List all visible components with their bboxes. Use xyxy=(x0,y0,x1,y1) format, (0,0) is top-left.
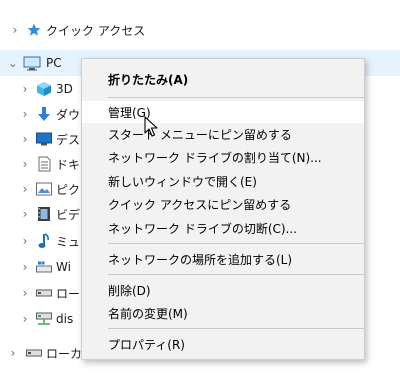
menu-item-collapse[interactable]: 折りたたみ(A) xyxy=(82,68,364,90)
nav-label: dis xyxy=(56,312,74,326)
chevron-right-icon[interactable]: › xyxy=(17,206,33,222)
nav-label: ピク xyxy=(56,182,81,197)
nav-label: クイック アクセス xyxy=(46,23,146,38)
local-drive-icon xyxy=(26,345,42,361)
chevron-down-icon[interactable]: ⌄ xyxy=(5,55,21,71)
chevron-right-icon[interactable]: › xyxy=(17,311,33,327)
menu-separator xyxy=(108,97,364,98)
chevron-right-icon[interactable]: › xyxy=(7,22,23,38)
nav-label: ミュ xyxy=(56,234,81,249)
menu-item-rename[interactable]: 名前の変更(M) xyxy=(82,302,364,324)
nav-label: ダウ xyxy=(56,107,81,122)
menu-separator xyxy=(108,274,364,275)
chevron-right-icon[interactable]: › xyxy=(17,181,33,197)
nav-label: ビデ xyxy=(56,207,81,222)
nav-label: ローカ xyxy=(46,346,83,361)
computer-icon xyxy=(23,55,41,71)
3d-objects-icon xyxy=(36,81,52,97)
menu-item-pin-to-start[interactable]: スタート メニューにピン留めする xyxy=(82,123,364,145)
download-arrow-icon xyxy=(36,106,52,122)
chevron-right-icon[interactable]: › xyxy=(17,285,33,301)
menu-item-manage[interactable]: 管理(G) xyxy=(82,101,364,123)
pictures-icon xyxy=(36,181,52,197)
chevron-right-icon[interactable]: › xyxy=(17,131,33,147)
nav-label: デス xyxy=(56,132,81,147)
nav-item-quick-access[interactable]: › クイック アクセス xyxy=(0,17,400,43)
nav-label: Wi xyxy=(56,260,71,274)
context-menu: 折りたたみ(A) 管理(G) スタート メニューにピン留めする ネットワーク ド… xyxy=(81,58,365,360)
menu-item-properties[interactable]: プロパティ(R) xyxy=(82,333,364,355)
star-pin-icon xyxy=(26,22,42,38)
chevron-right-icon[interactable]: › xyxy=(17,81,33,97)
local-drive-icon xyxy=(36,285,52,301)
chevron-right-icon[interactable]: › xyxy=(17,156,33,172)
nav-label: ドキ xyxy=(56,157,81,172)
chevron-right-icon[interactable]: › xyxy=(17,233,33,249)
menu-item-delete[interactable]: 削除(D) xyxy=(82,279,364,301)
chevron-right-icon[interactable]: › xyxy=(5,345,21,361)
nav-label: PC xyxy=(46,56,62,70)
mouse-cursor-icon xyxy=(144,116,160,138)
menu-item-add-network-location[interactable]: ネットワークの場所を追加する(L) xyxy=(82,248,364,270)
music-note-icon xyxy=(36,233,52,249)
network-drive-icon xyxy=(36,311,52,327)
windows-drive-icon xyxy=(36,259,52,275)
desktop-icon xyxy=(36,131,52,147)
menu-item-map-network-drive[interactable]: ネットワーク ドライブの割り当て(N)... xyxy=(82,146,364,168)
chevron-right-icon[interactable]: › xyxy=(17,106,33,122)
menu-item-open-new-window[interactable]: 新しいウィンドウで開く(E) xyxy=(82,170,364,192)
nav-label: ロー xyxy=(56,286,81,301)
menu-item-pin-to-quick-access[interactable]: クイック アクセスにピン留めする xyxy=(82,193,364,215)
menu-separator xyxy=(108,328,364,329)
menu-separator xyxy=(108,243,364,244)
chevron-right-icon[interactable]: › xyxy=(17,259,33,275)
menu-item-disconnect-network-drive[interactable]: ネットワーク ドライブの切断(C)... xyxy=(82,217,364,239)
nav-label: 3D xyxy=(56,82,73,96)
video-icon xyxy=(36,206,52,222)
document-icon xyxy=(36,156,52,172)
